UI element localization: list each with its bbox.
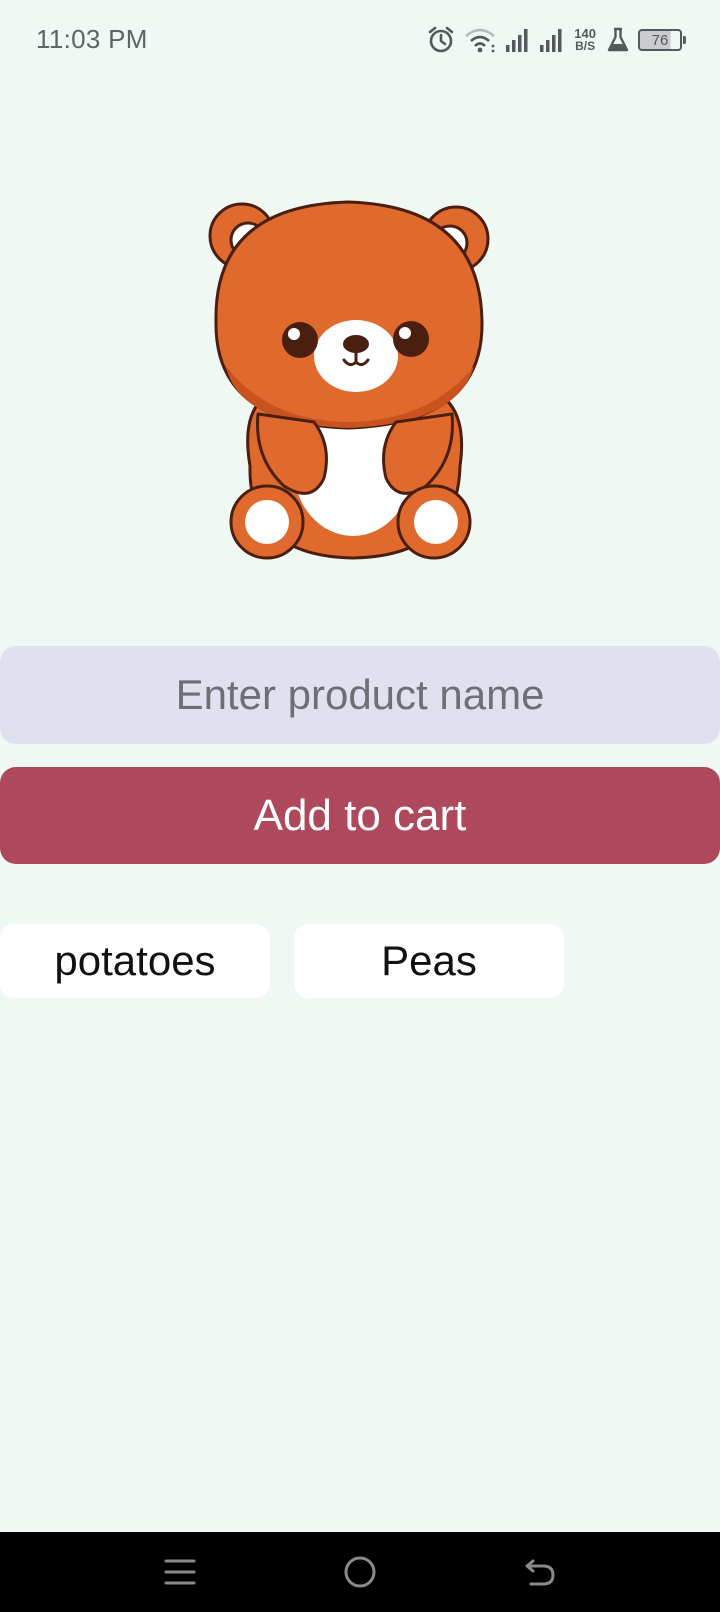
status-time: 11:03 PM [36,24,148,54]
battery-icon: 76 [638,29,686,51]
status-bar: 11:03 PM 140 B/S 76 [0,0,720,84]
menu-icon[interactable] [160,1552,200,1592]
cart-item-label: Peas [381,937,477,984]
network-speed: 140 B/S [574,27,596,53]
wifi-icon [464,26,496,54]
teddy-bear-image [208,196,498,576]
cart-item[interactable]: Peas [294,924,564,998]
battery-level: 76 [651,31,669,49]
network-speed-unit: B/S [575,39,596,53]
signal-icon [538,27,564,53]
back-icon[interactable] [520,1552,560,1592]
product-name-input[interactable] [0,646,720,744]
add-to-cart-label: Add to cart [253,790,467,840]
navigation-bar [0,1532,720,1612]
lab-flask-icon [606,27,630,53]
cart-list: potatoes Peas [0,924,564,998]
home-icon[interactable] [340,1552,380,1592]
alarm-icon [426,25,456,55]
cart-item[interactable]: potatoes [0,924,270,998]
status-icons: 140 B/S 76 [426,22,686,58]
signal-icon [504,27,530,53]
cart-item-label: potatoes [54,937,216,984]
add-to-cart-button[interactable]: Add to cart [0,767,720,864]
